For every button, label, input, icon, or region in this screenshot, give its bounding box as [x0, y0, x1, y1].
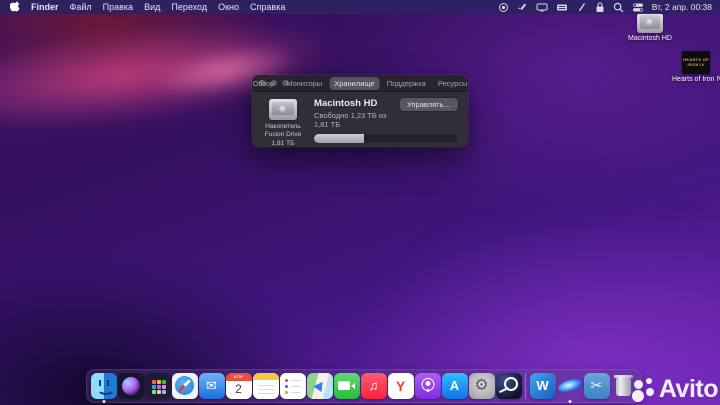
running-indicator — [568, 400, 571, 403]
menu-item-edit[interactable]: Правка — [103, 2, 133, 12]
dock-item-blue-orb-app[interactable] — [556, 372, 583, 403]
steam-icon — [495, 372, 522, 399]
calendar-month: АПР — [225, 372, 252, 381]
tab-storage[interactable]: Хранилище — [329, 76, 380, 90]
dock-item-steam[interactable] — [495, 372, 522, 399]
lock-icon[interactable] — [595, 1, 605, 13]
menu-bar-clock[interactable]: Вт, 2 апр. 00:38 — [652, 2, 712, 12]
menu-item-view[interactable]: Вид — [144, 2, 160, 12]
storage-usage-bar — [314, 134, 458, 143]
tab-resources[interactable]: Ресурсы — [433, 77, 468, 90]
dock-item-siri[interactable] — [117, 372, 144, 399]
yandex-browser-icon: Y — [387, 372, 414, 399]
gear-glyph: ⚙ — [474, 376, 489, 394]
desktop-icon-label: Hearts of Iron IV — [672, 76, 720, 83]
free-space-text: Свободно 1,23 ТБ из 1,81 ТБ — [314, 111, 387, 129]
music-note-glyph: ♫ — [368, 378, 379, 393]
app-store-icon: A — [441, 372, 468, 399]
spotlight-icon[interactable] — [613, 2, 624, 13]
avito-logo-icon — [631, 377, 656, 402]
launchpad-icon — [144, 372, 171, 399]
pencil-icon[interactable] — [576, 2, 587, 13]
manage-button[interactable]: Управлять… — [400, 98, 458, 111]
storage-used-segment — [314, 134, 365, 143]
dock-item-reminders[interactable] — [279, 372, 306, 399]
dock-item-scissors-app[interactable]: ✂ — [583, 372, 610, 399]
avito-watermark-text: Avito — [658, 375, 719, 403]
yandex-letter: Y — [395, 377, 406, 394]
pen-icon[interactable] — [517, 2, 528, 13]
dock-item-system-preferences[interactable]: ⚙ — [468, 372, 495, 399]
dock-item-yandex-browser[interactable]: Y — [387, 372, 414, 399]
tab-displays[interactable]: Мониторы — [281, 77, 327, 90]
window-titlebar[interactable]: Обзор Мониторы Хранилище Поддержка Ресур… — [252, 75, 468, 92]
desktop-icon-label: Macintosh HD — [628, 35, 672, 42]
dock-item-calendar[interactable]: АПР 2 — [225, 372, 252, 399]
desktop-icon-hearts-of-iron[interactable]: HEARTS OF IRON IV Hearts of Iron IV — [672, 51, 720, 83]
hearts-of-iron-box-text: HEARTS OF IRON IV — [683, 56, 709, 67]
dock-item-finder[interactable] — [90, 372, 117, 403]
dock-separator — [525, 372, 526, 399]
menu-item-help[interactable]: Справка — [250, 2, 285, 12]
podcasts-icon — [414, 372, 441, 399]
tab-overview[interactable]: Обзор — [252, 77, 279, 90]
running-indicator — [102, 400, 105, 403]
volume-name: Macintosh HD — [314, 98, 378, 109]
fusion-drive-icon — [269, 99, 297, 120]
record-icon[interactable] — [498, 2, 509, 13]
hearts-of-iron-icon: HEARTS OF IRON IV — [682, 51, 710, 74]
drive-name-label: Fusion Drive — [264, 131, 302, 139]
calendar-day: 2 — [235, 381, 242, 396]
mail-icon: ✉ — [198, 372, 225, 399]
dock-item-word[interactable]: W — [529, 372, 556, 399]
desktop-icon-macintosh-hd[interactable]: Macintosh HD — [627, 13, 673, 42]
avito-watermark: Avito — [631, 375, 719, 403]
dock-item-podcasts[interactable] — [414, 372, 441, 399]
word-icon: W — [529, 372, 556, 399]
calendar-icon: АПР 2 — [225, 372, 252, 399]
maps-icon — [306, 372, 333, 399]
keyboard-icon[interactable] — [556, 2, 568, 13]
siri-icon — [117, 372, 144, 399]
music-icon: ♫ — [360, 372, 387, 399]
menu-item-file[interactable]: Файл — [70, 2, 92, 12]
dock-item-launchpad[interactable] — [144, 372, 171, 399]
reminders-icon — [279, 372, 306, 399]
menu-bar: Finder Файл Правка Вид Переход Окно Спра… — [0, 0, 720, 14]
desktop-wallpaper — [0, 0, 720, 405]
menu-item-finder[interactable]: Finder — [31, 2, 59, 12]
gear-icon: ⚙ — [468, 372, 495, 399]
dock-item-notes[interactable] — [252, 372, 279, 399]
menu-item-window[interactable]: Окно — [218, 2, 239, 12]
scissors-glyph: ✂ — [590, 377, 603, 393]
about-this-mac-window: Обзор Мониторы Хранилище Поддержка Ресур… — [252, 75, 468, 147]
dock-item-maps[interactable] — [306, 372, 333, 399]
word-letter: W — [536, 378, 549, 393]
hard-drive-icon — [637, 13, 663, 33]
facetime-icon — [333, 372, 360, 399]
drive-type-label: Накопитель — [265, 123, 301, 130]
menu-item-go[interactable]: Переход — [171, 2, 207, 12]
scissors-icon: ✂ — [583, 372, 610, 399]
dock-item-facetime[interactable] — [333, 372, 360, 399]
app-store-letter: A — [449, 378, 460, 393]
dock-item-app-store[interactable]: A — [441, 372, 468, 399]
tab-support[interactable]: Поддержка — [382, 77, 431, 90]
dock-item-music[interactable]: ♫ — [360, 372, 387, 399]
apple-menu-icon[interactable] — [10, 1, 20, 13]
finder-icon — [90, 372, 117, 399]
dock-item-mail[interactable]: ✉ — [198, 372, 225, 399]
dock: ✉ АПР 2 ♫ Y A ⚙ W ✂ — [86, 369, 641, 403]
control-center-icon[interactable] — [632, 2, 644, 13]
dock-item-safari[interactable] — [171, 372, 198, 399]
window-tabs: Обзор Мониторы Хранилище Поддержка Ресур… — [252, 76, 468, 90]
blue-orb-icon — [557, 373, 583, 399]
notes-icon — [252, 372, 279, 399]
envelope-glyph: ✉ — [206, 377, 217, 393]
display-icon[interactable] — [536, 2, 548, 13]
safari-icon — [171, 372, 198, 399]
drive-size-label: 1,81 ТБ — [271, 139, 295, 147]
